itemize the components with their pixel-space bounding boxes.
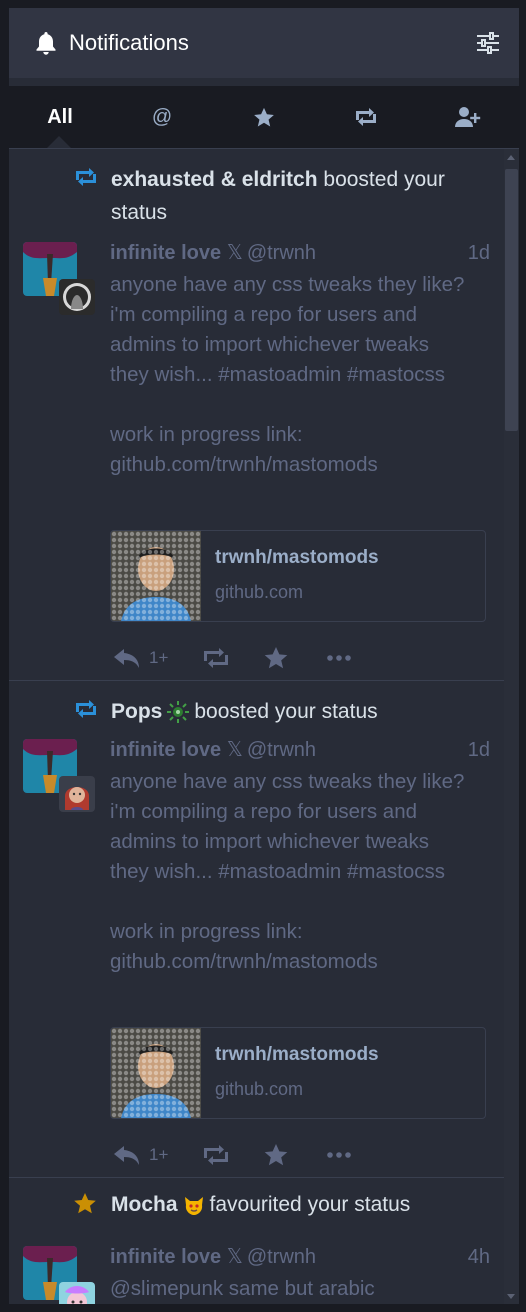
star-icon [253, 107, 275, 128]
reply-button[interactable]: 1+ [113, 1140, 168, 1170]
more-button[interactable] [327, 643, 351, 673]
notification-action: boosted your [317, 168, 445, 191]
notification-favourite[interactable]: Mocha favourited your status infinite lov… [9, 1178, 504, 1304]
filter-tab-mentions[interactable]: @ [111, 86, 213, 148]
user-plus-icon [454, 106, 482, 128]
status-header: infinite love 𝕏 @trwnh 1d [110, 238, 490, 268]
star-icon [73, 1192, 99, 1216]
actor-custom-emoji [166, 700, 190, 724]
card-thumbnail [111, 1028, 201, 1118]
scroll-down-arrow[interactable] [507, 1294, 515, 1299]
card-title: trwnh/mastomods [215, 1044, 379, 1065]
card-title: trwnh/mastomods [215, 547, 379, 568]
scrollbar[interactable] [504, 149, 519, 1304]
bell-icon [33, 30, 59, 56]
actor-avatar[interactable] [59, 279, 95, 315]
column-header[interactable]: Notifications [9, 8, 519, 78]
link-preview-card[interactable]: trwnh/mastomods github.com [110, 530, 486, 622]
app-frame: Notifications All @ exhausted & eldritch… [0, 0, 526, 1312]
notification-action: boosted your status [194, 700, 378, 723]
notification-action-cont: status [111, 201, 168, 224]
status-display-name[interactable]: infinite love [110, 739, 221, 761]
filter-tab-favourites[interactable] [213, 86, 315, 148]
status-handle[interactable]: @trwnh [247, 1246, 316, 1268]
retweet-icon [204, 648, 228, 668]
reply-count: 1+ [149, 648, 169, 667]
bot-glyph: 𝕏 [226, 242, 243, 264]
status-display-name[interactable]: infinite love [110, 1246, 221, 1268]
retweet-icon [204, 1145, 228, 1165]
notifications-list[interactable]: exhausted & eldritch boosted your status … [9, 149, 519, 1304]
actor-avatar[interactable] [59, 776, 95, 812]
bot-glyph: 𝕏 [226, 1246, 243, 1268]
active-tab-caret [47, 136, 71, 148]
retweet-icon [353, 107, 379, 127]
status-timestamp[interactable]: 4h [468, 1242, 490, 1272]
card-provider: github.com [215, 1079, 304, 1099]
notification-action: favourited your status [209, 1193, 411, 1216]
scroll-up-arrow[interactable] [507, 155, 515, 160]
bot-glyph: 𝕏 [226, 739, 243, 761]
actor-name[interactable]: Pops [111, 700, 162, 723]
retweet-icon [73, 167, 99, 191]
card-thumbnail [111, 531, 201, 621]
reply-icon [114, 649, 139, 668]
ellipsis-icon [327, 655, 351, 661]
boost-button[interactable] [201, 643, 231, 673]
status-handle[interactable]: @trwnh [247, 242, 316, 264]
status-timestamp[interactable]: 1d [468, 735, 490, 765]
status-action-bar: 1+ [113, 1140, 353, 1170]
status-header: infinite love 𝕏 @trwnh 1d [110, 735, 490, 765]
star-icon [264, 1144, 288, 1166]
column-title: Notifications [69, 30, 189, 55]
notification-boost[interactable]: exhausted & eldritch boosted your status … [9, 149, 504, 681]
filter-tab-follows[interactable] [417, 86, 519, 148]
notification-filter-bar: All @ [9, 86, 519, 149]
status-content: anyone have any css tweaks they like? i'… [110, 273, 465, 476]
status-content: anyone have any css tweaks they like? i'… [110, 770, 465, 973]
ellipsis-icon [327, 1152, 351, 1158]
link-preview-card[interactable]: trwnh/mastomods github.com [110, 1027, 486, 1119]
filter-tab-all-label: All [47, 105, 73, 128]
star-icon [264, 647, 288, 669]
notification-boost[interactable]: Pops boosted your status infinite love 𝕏 @… [9, 681, 504, 1178]
reply-button[interactable]: 1+ [113, 643, 168, 673]
reply-count: 1+ [149, 1145, 169, 1164]
retweet-icon [73, 699, 99, 723]
sliders-icon[interactable] [475, 30, 501, 56]
filter-tab-boosts[interactable] [315, 86, 417, 148]
favourite-button[interactable] [263, 643, 289, 673]
scrollbar-thumb[interactable] [505, 169, 518, 431]
at-icon: @ [151, 105, 173, 128]
notification-prepend: exhausted & eldritch boosted your status [73, 163, 473, 229]
status-action-bar: 1+ [113, 643, 353, 673]
status-timestamp[interactable]: 1d [468, 238, 490, 268]
status-header: infinite love 𝕏 @trwnh 4h [110, 1242, 490, 1272]
actor-name[interactable]: exhausted & eldritch [111, 168, 318, 191]
more-button[interactable] [327, 1140, 351, 1170]
status-content: @slimepunk same but arabic [110, 1277, 375, 1300]
boost-button[interactable] [201, 1140, 231, 1170]
status-display-name[interactable]: infinite love [110, 242, 221, 264]
actor-name[interactable]: Mocha [111, 1193, 178, 1216]
actor-avatar[interactable] [59, 1282, 95, 1304]
notification-prepend: Pops boosted your status [73, 695, 473, 728]
card-provider: github.com [215, 582, 304, 602]
notification-prepend: Mocha favourited your status [73, 1188, 473, 1221]
favourite-button[interactable] [263, 1140, 289, 1170]
reply-icon [114, 1146, 139, 1165]
status-handle[interactable]: @trwnh [247, 739, 316, 761]
actor-custom-emoji [182, 1193, 206, 1217]
notifications-column: Notifications All @ exhausted & eldritch… [9, 8, 519, 1304]
